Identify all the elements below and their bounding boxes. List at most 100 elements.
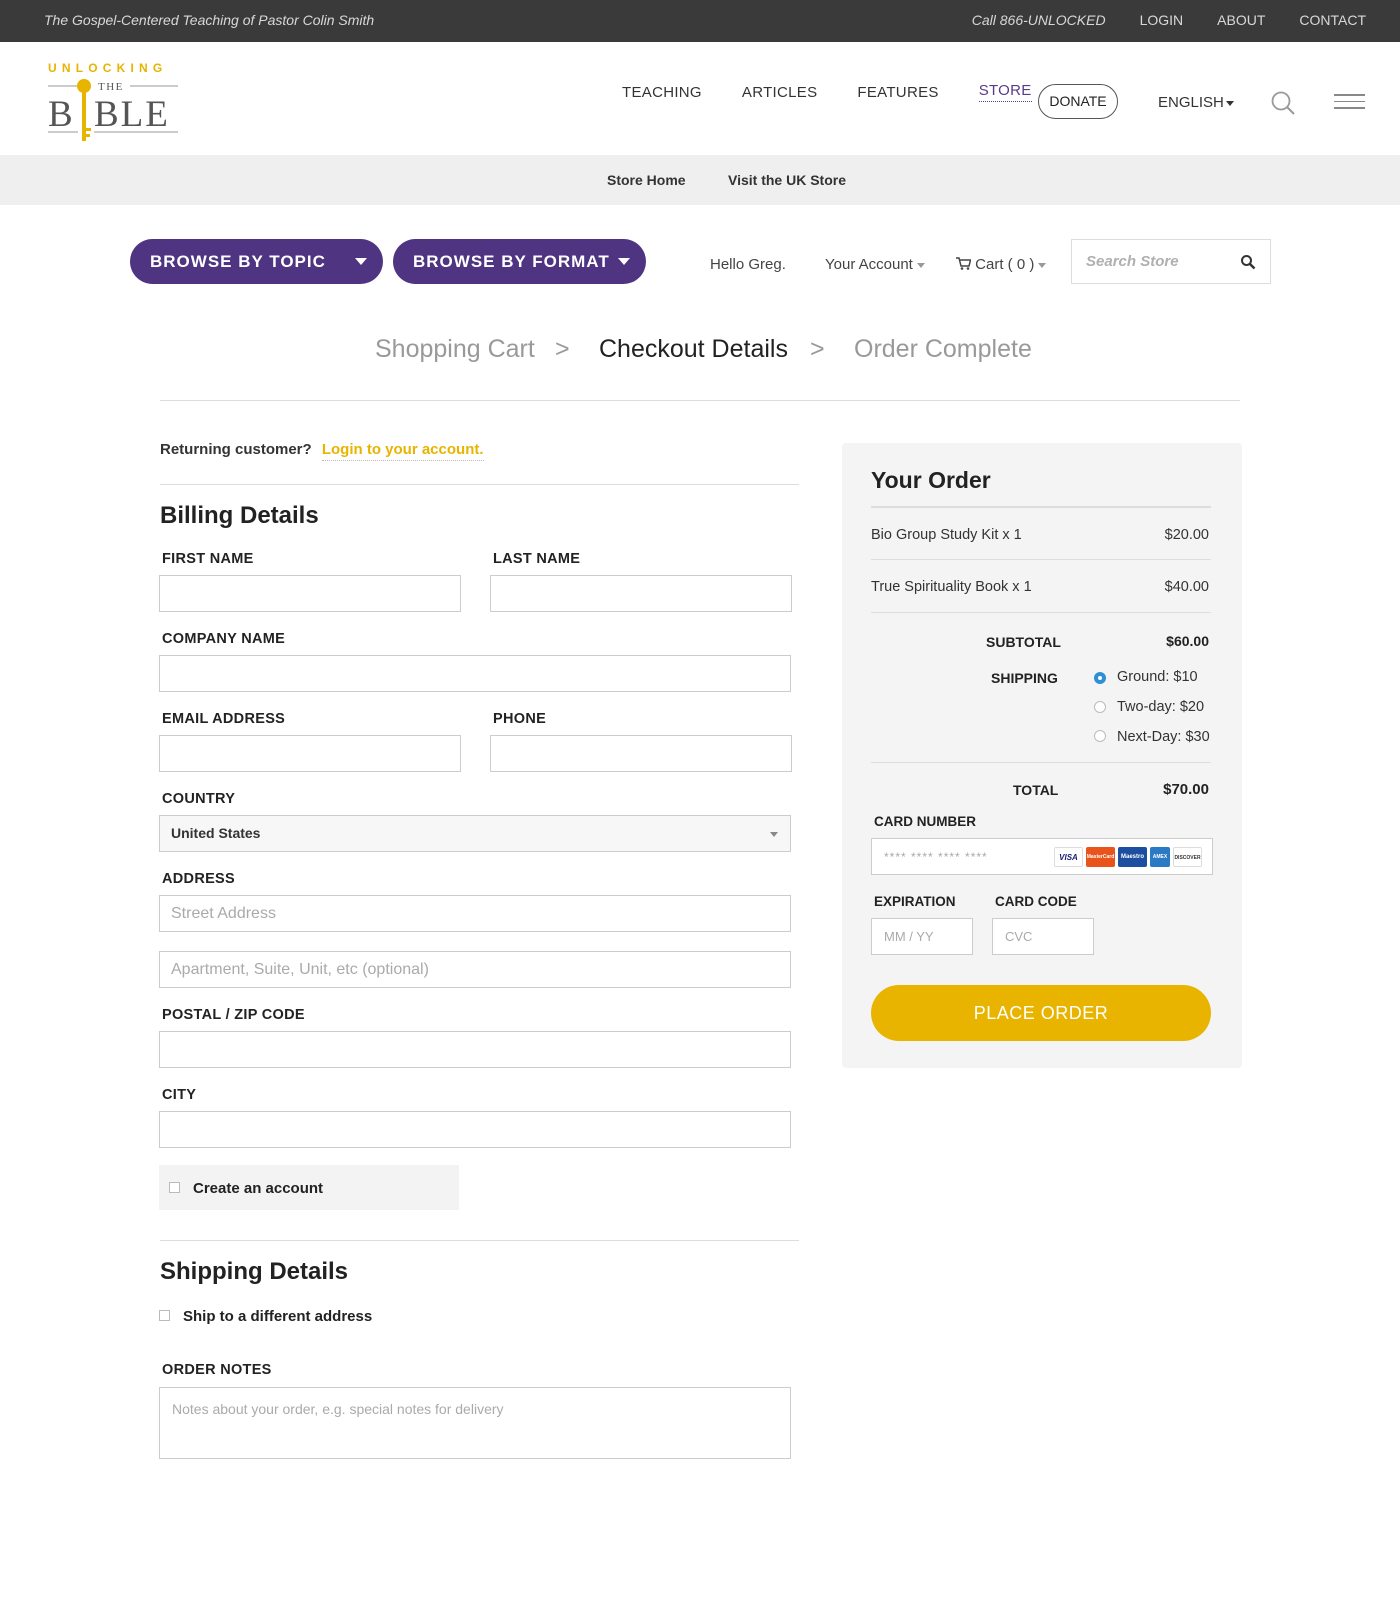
step-separator: >	[810, 335, 825, 363]
country-label: COUNTRY	[162, 791, 236, 807]
browse-by-format-button[interactable]: BROWSE BY FORMAT	[393, 239, 646, 284]
order-notes-textarea[interactable]	[160, 1388, 790, 1458]
total-label: TOTAL	[1013, 782, 1059, 798]
first-name-label: FIRST NAME	[162, 551, 254, 567]
expiration-field	[871, 918, 973, 955]
city-input[interactable]	[160, 1112, 790, 1147]
divider	[160, 400, 1240, 401]
last-name-field	[490, 575, 792, 612]
donate-button[interactable]: DONATE	[1038, 84, 1118, 119]
billing-details-title: Billing Details	[160, 502, 319, 529]
chevron-down-icon	[1038, 262, 1047, 268]
site-header: UNLOCKING THE B BLE TEACHING ARTICLES FE…	[0, 42, 1400, 155]
login-link[interactable]: LOGIN	[1140, 12, 1184, 28]
postal-code-input[interactable]	[160, 1032, 790, 1067]
expiration-input[interactable]	[872, 919, 972, 954]
create-account-checkbox[interactable]	[169, 1182, 180, 1193]
top-links: Call 866-UNLOCKED LOGIN ABOUT CONTACT	[972, 12, 1366, 28]
city-label: CITY	[162, 1087, 197, 1103]
shipping-option-label: Two-day: $20	[1117, 699, 1205, 715]
phone-link[interactable]: Call 866-UNLOCKED	[972, 12, 1106, 28]
uk-store-link[interactable]: Visit the UK Store	[728, 172, 846, 188]
logo-line1: UNLOCKING	[48, 61, 167, 75]
visa-card-icon: VISA	[1054, 847, 1083, 867]
nav-features[interactable]: FEATURES	[857, 84, 938, 101]
email-input[interactable]	[160, 736, 460, 771]
cart-icon	[956, 257, 972, 270]
divider	[871, 506, 1211, 508]
apartment-input[interactable]	[160, 952, 790, 987]
returning-customer: Returning customer? Login to your accoun…	[160, 441, 484, 461]
search-icon[interactable]	[1240, 254, 1256, 270]
divider	[871, 559, 1211, 560]
email-label: EMAIL ADDRESS	[162, 711, 286, 727]
ship-different-address-checkbox[interactable]	[159, 1310, 170, 1321]
card-code-input[interactable]	[993, 919, 1093, 954]
step-order-complete: Order Complete	[854, 335, 1032, 363]
search-icon[interactable]	[1270, 90, 1296, 116]
store-home-link[interactable]: Store Home	[607, 172, 686, 188]
company-name-input[interactable]	[160, 656, 790, 691]
hamburger-menu-icon[interactable]	[1334, 94, 1365, 112]
shipping-radio-ground[interactable]	[1094, 672, 1106, 684]
account-dropdown[interactable]: Your Account	[825, 256, 925, 273]
divider	[160, 484, 799, 485]
company-name-label: COMPANY NAME	[162, 631, 286, 647]
nav-articles[interactable]: ARTICLES	[742, 84, 817, 101]
step-shopping-cart[interactable]: Shopping Cart	[375, 335, 535, 364]
first-name-input[interactable]	[160, 576, 460, 611]
account-label: Your Account	[825, 256, 913, 273]
phone-input[interactable]	[491, 736, 791, 771]
cart-dropdown[interactable]: Cart ( 0 )	[956, 256, 1047, 273]
country-select[interactable]: United States	[159, 815, 791, 852]
browse-format-label: BROWSE BY FORMAT	[413, 252, 610, 271]
divider	[871, 612, 1211, 613]
shipping-radio-next-day[interactable]	[1094, 730, 1106, 742]
caret-down-icon	[355, 258, 367, 265]
shipping-label: SHIPPING	[991, 670, 1058, 686]
step-checkout-details: Checkout Details	[599, 335, 788, 363]
unlocking-the-bible-logo[interactable]: UNLOCKING THE B BLE	[48, 60, 180, 146]
greeting: Hello Greg.	[710, 256, 786, 273]
last-name-input[interactable]	[491, 576, 791, 611]
divider	[871, 762, 1211, 763]
about-link[interactable]: ABOUT	[1217, 12, 1265, 28]
city-field	[159, 1111, 791, 1148]
nav-store[interactable]: STORE	[978, 82, 1032, 102]
nav-teaching[interactable]: TEACHING	[622, 84, 702, 101]
language-selector[interactable]: ENGLISH	[1158, 94, 1234, 111]
shipping-option-label: Ground: $10	[1117, 669, 1198, 685]
card-number-label: CARD NUMBER	[874, 814, 976, 829]
browse-topic-label: BROWSE BY TOPIC	[150, 252, 326, 271]
postal-code-label: POSTAL / ZIP CODE	[162, 1007, 305, 1023]
mastercard-card-icon: MasterCard	[1086, 847, 1115, 867]
chevron-down-icon	[1225, 100, 1234, 106]
logo-line2: THE	[98, 81, 124, 93]
card-number-input[interactable]	[872, 839, 1042, 874]
contact-link[interactable]: CONTACT	[1299, 12, 1366, 28]
language-label: ENGLISH	[1158, 94, 1224, 111]
phone-label: PHONE	[493, 711, 547, 727]
browse-by-topic-button[interactable]: BROWSE BY TOPIC	[130, 239, 383, 284]
card-number-field: VISA MasterCard Maestro AMEX DISCOVER	[871, 838, 1213, 875]
email-field	[159, 735, 461, 772]
store-search-input[interactable]	[1086, 240, 1236, 283]
street-address-input[interactable]	[160, 896, 790, 931]
login-to-account-link[interactable]: Login to your account.	[321, 441, 484, 461]
total-value: $70.00	[1163, 781, 1209, 798]
shipping-radio-two-day[interactable]	[1094, 701, 1106, 713]
chevron-down-icon	[916, 262, 925, 268]
caret-down-icon	[618, 258, 630, 265]
country-value: United States	[171, 825, 261, 841]
create-account-label: Create an account	[193, 1180, 324, 1197]
place-order-button[interactable]: PLACE ORDER	[871, 985, 1211, 1041]
apartment-field	[159, 951, 791, 988]
subtotal-value: $60.00	[1166, 633, 1209, 649]
maestro-card-icon: Maestro	[1118, 847, 1147, 867]
create-account-option[interactable]: Create an account	[159, 1165, 459, 1210]
street-address-field	[159, 895, 791, 932]
order-item-name: Bio Group Study Kit x 1	[871, 527, 1022, 543]
card-code-field	[992, 918, 1094, 955]
logo-line3b: BLE	[94, 94, 170, 135]
store-search	[1071, 239, 1271, 284]
